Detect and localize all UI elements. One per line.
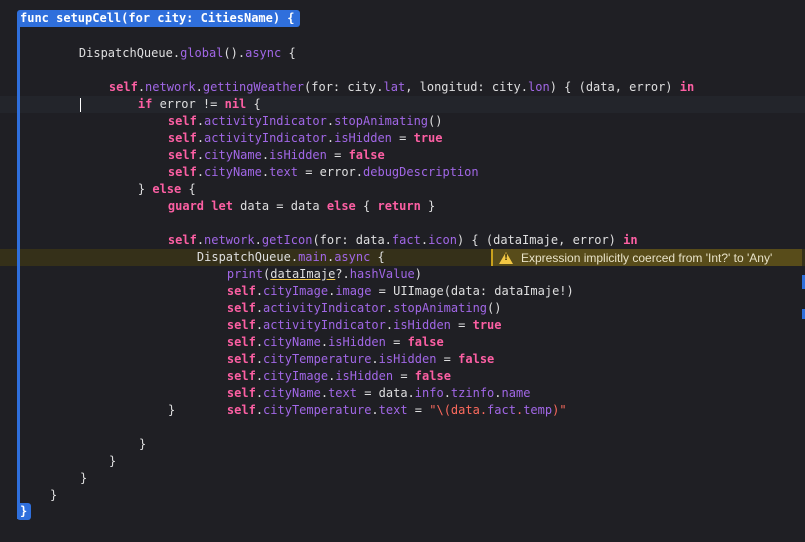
- code-line[interactable]: self.cityName.isHidden = false: [139, 130, 385, 162]
- code-token: {: [355, 199, 378, 213]
- code-token: return: [377, 199, 421, 213]
- code-token: data = data: [232, 199, 327, 213]
- code-token: .: [172, 46, 181, 60]
- code-line[interactable]: self.cityImage.image = UIImage(data: dat…: [198, 266, 574, 298]
- closing-brace[interactable]: }: [139, 436, 146, 453]
- code-token: =: [391, 131, 414, 145]
- code-token: }: [420, 199, 436, 213]
- code-token: icon: [428, 233, 457, 247]
- code-line[interactable]: self.cityTemperature.text = "\(data.fact…: [198, 385, 567, 417]
- code-token: = error.: [297, 165, 364, 179]
- code-line[interactable]: self.activityIndicator.stopAnimating(): [139, 96, 443, 128]
- function-closing-brace[interactable]: }: [17, 503, 32, 520]
- code-token: lat: [383, 80, 406, 94]
- text-caret: [80, 98, 81, 112]
- code-token: global: [180, 46, 224, 60]
- code-token: )": [552, 403, 567, 417]
- code-token: self: [226, 403, 256, 417]
- code-token: lon: [528, 80, 550, 94]
- code-token: ) { (dataImaje, error): [456, 233, 624, 247]
- closing-brace[interactable]: }: [168, 402, 175, 419]
- code-line[interactable]: print(dataImaje?.hashValue): [198, 249, 422, 281]
- code-token: guard: [167, 199, 205, 213]
- code-line[interactable]: self.cityName.text = data.info.tzinfo.na…: [198, 368, 531, 400]
- code-line[interactable]: self.network.getIcon(for: data.fact.icon…: [139, 215, 638, 247]
- code-line[interactable]: DispatchQueue.main.async {: [168, 232, 385, 264]
- code-token: .: [255, 403, 264, 417]
- code-token: .: [261, 165, 270, 179]
- code-token: ) { (data, error): [549, 80, 680, 94]
- code-line[interactable]: if error != nil {: [109, 79, 261, 111]
- code-token: .: [196, 165, 205, 179]
- code-line[interactable]: self.network.gettingWeather(for: city.la…: [80, 62, 694, 94]
- code-token: fact: [487, 403, 516, 417]
- code-token: cityName: [204, 165, 262, 179]
- code-token: true: [413, 131, 443, 145]
- code-line[interactable]: guard let data = data else { return }: [139, 181, 435, 213]
- function-declaration-line[interactable]: func setupCell(for city: CitiesName) {: [17, 10, 300, 27]
- code-line[interactable]: self.activityIndicator.stopAnimating(): [198, 283, 502, 315]
- code-token: temp: [523, 403, 553, 417]
- code-token: "\(data.: [429, 403, 488, 417]
- code-line[interactable]: self.cityName.isHidden = false: [198, 317, 444, 349]
- code-token: false: [458, 352, 495, 366]
- code-token: in: [623, 233, 638, 247]
- code-token: else: [326, 199, 356, 213]
- warning-message-text: Expression implicitly coerced from 'Int?…: [521, 250, 773, 265]
- code-line[interactable]: } else {: [109, 164, 196, 196]
- closing-brace[interactable]: }: [109, 453, 116, 470]
- code-token: cityTemperature: [263, 403, 372, 417]
- code-token: debugDescription: [363, 165, 479, 179]
- code-token: true: [472, 318, 502, 332]
- code-token: .: [371, 403, 379, 417]
- code-line[interactable]: DispatchQueue.global().async {: [50, 28, 296, 60]
- code-token: fact: [391, 233, 421, 247]
- code-line[interactable]: self.activityIndicator.isHidden = true: [198, 300, 502, 332]
- code-line[interactable]: self.cityName.text = error.debugDescript…: [139, 147, 479, 179]
- code-token: text: [269, 165, 298, 179]
- code-token: async: [245, 46, 282, 60]
- code-token: text: [378, 403, 408, 417]
- warning-triangle-icon: [499, 251, 513, 264]
- code-line[interactable]: self.cityTemperature.isHidden = false: [198, 334, 494, 366]
- code-token: {: [281, 46, 296, 60]
- warning-message-badge[interactable]: Expression implicitly coerced from 'Int?…: [491, 249, 802, 266]
- code-token: DispatchQueue: [78, 46, 173, 60]
- code-token: (for: city.: [304, 80, 384, 94]
- code-token: , longitud: city.: [405, 80, 529, 94]
- code-token: =: [450, 318, 473, 332]
- code-editor[interactable]: func setupCell(for city: CitiesName) { D…: [0, 0, 805, 542]
- code-line[interactable]: self.cityImage.isHidden = false: [198, 351, 451, 383]
- code-token: in: [679, 80, 695, 94]
- closing-brace[interactable]: }: [50, 487, 57, 504]
- code-token: let: [211, 199, 233, 213]
- closing-brace[interactable]: }: [80, 470, 87, 487]
- code-token: .: [420, 233, 429, 247]
- code-token: ().: [223, 46, 246, 60]
- code-token: =: [407, 403, 430, 417]
- scope-highlight-bar: [17, 27, 20, 519]
- code-line[interactable]: self.activityIndicator.isHidden = true: [139, 113, 443, 145]
